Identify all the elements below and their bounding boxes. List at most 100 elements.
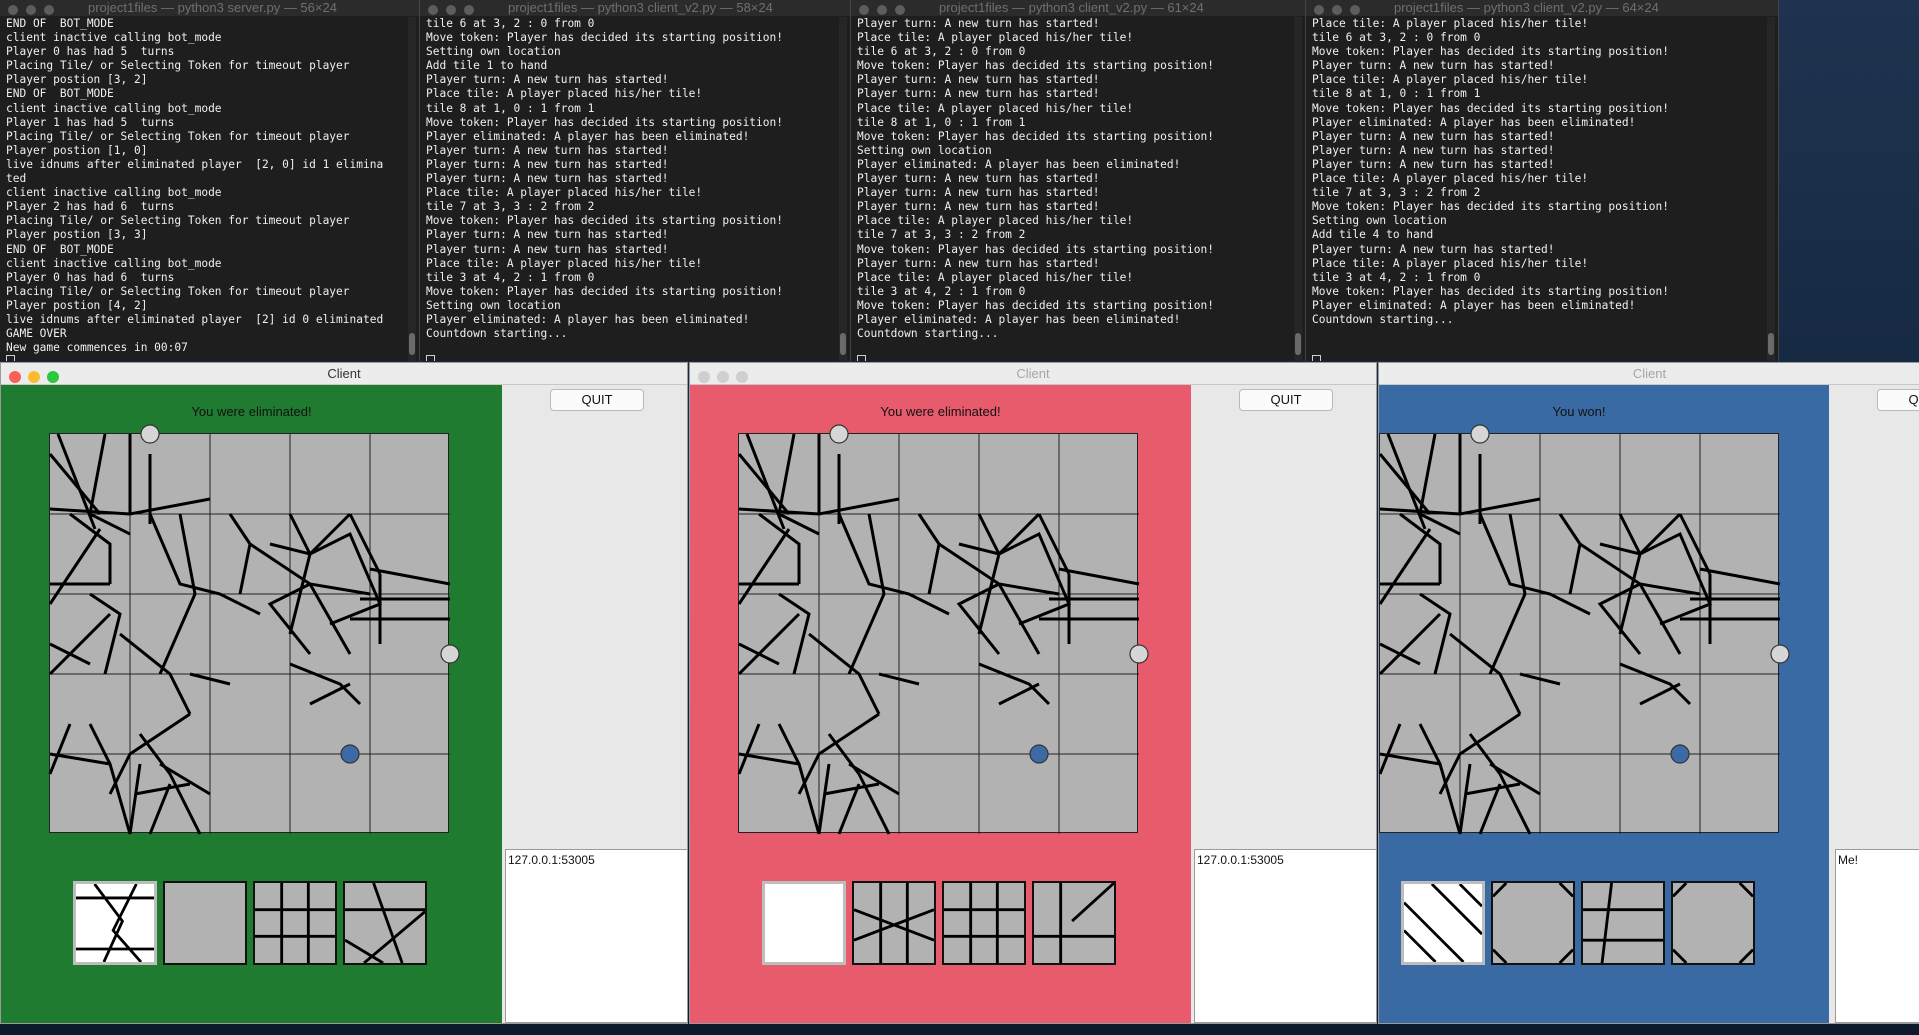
- quit-button[interactable]: QUIT: [1877, 389, 1919, 411]
- terminal-line: Player turn: A new turn has started!: [1312, 129, 1555, 143]
- window-controls-icon[interactable]: [428, 3, 482, 16]
- hand-tile-1[interactable]: [1401, 881, 1485, 965]
- terminal-line: Player turn: A new turn has started!: [1312, 143, 1555, 157]
- terminal-output: tile 6 at 3, 2 : 0 from 0 Move token: Pla…: [426, 17, 836, 361]
- gray-token-icon: [1770, 644, 1790, 664]
- terminal-line: Player turn: A new turn has started!: [857, 172, 1100, 186]
- terminal-line: Move token: Player has decided its start…: [857, 129, 1214, 143]
- terminal-line: Place tile: A player placed his/her tile…: [426, 87, 703, 101]
- tile-path: [1599, 512, 1682, 556]
- connection-log: 127.0.0.1:53005: [1194, 849, 1376, 1023]
- hand-tile-4[interactable]: [1032, 881, 1116, 965]
- terminal-line: Place tile: A player placed his/her tile…: [1312, 172, 1589, 186]
- window-controls-icon[interactable]: [8, 3, 62, 16]
- tile-path: [738, 752, 821, 835]
- terminal-scrollbar[interactable]: [1767, 17, 1775, 361]
- tile-path: [777, 433, 820, 536]
- blue-token-icon: [340, 744, 360, 764]
- terminal-titlebar[interactable]: project1files — python3 client_v2.py — 6…: [1306, 0, 1778, 16]
- tile-graphic: [1673, 883, 1753, 963]
- hand-tile-2[interactable]: [852, 881, 936, 965]
- terminal-line: client inactive calling bot_mode: [6, 31, 222, 45]
- tile-graphic: [765, 884, 843, 962]
- game-board[interactable]: [48, 424, 460, 835]
- tile-graphic: [944, 883, 1024, 963]
- tile-path: [1699, 567, 1781, 586]
- client-titlebar[interactable]: Client: [1, 363, 687, 385]
- client-titlebar[interactable]: Client: [690, 363, 1376, 385]
- terminal-line: Place tile: A player placed his/her tile…: [857, 101, 1134, 115]
- game-panel: You were eliminated!: [690, 385, 1191, 1023]
- tile-path: [1418, 723, 1442, 765]
- blue-token-icon: [1029, 744, 1049, 764]
- terminal-titlebar[interactable]: project1files — python3 client_v2.py — 6…: [851, 0, 1305, 16]
- terminal-window-server[interactable]: project1files — python3 server.py — 56×2…: [0, 0, 420, 361]
- client-window-blue[interactable]: Client You won! QUIT Me!: [1378, 362, 1919, 1024]
- client-window-green[interactable]: Client You were eliminated! QUIT 127.0.0…: [0, 362, 688, 1024]
- tile-graphic: [345, 883, 425, 963]
- terminal-scrollbar[interactable]: [1294, 17, 1302, 361]
- terminal-line: tile 3 at 4, 2 : 1 from 0: [1312, 270, 1481, 284]
- hand-tile-2[interactable]: [163, 881, 247, 965]
- tile-path: [917, 513, 941, 595]
- gray-token-icon: [1470, 424, 1490, 444]
- hand-tile-1[interactable]: [73, 881, 157, 965]
- tile-graphic: [255, 883, 335, 963]
- hand-tile-1[interactable]: [762, 881, 846, 965]
- terminal-line: Place tile: A player placed his/her tile…: [857, 214, 1134, 228]
- terminal-line: tile 7 at 3, 3 : 2 from 2: [857, 228, 1026, 242]
- terminal-line: live idnums after eliminated player [2] …: [6, 312, 384, 326]
- terminal-line: Countdown starting...: [857, 327, 999, 341]
- quit-button[interactable]: QUIT: [1239, 389, 1333, 411]
- game-board[interactable]: [1379, 424, 1790, 835]
- terminal-cursor: [426, 355, 435, 361]
- terminal-cursor: [857, 355, 866, 361]
- terminal-output: END OF BOT_MODE client inactive calling b…: [6, 17, 405, 361]
- terminal-line: tile 3 at 4, 2 : 1 from 0: [857, 284, 1026, 298]
- client-titlebar[interactable]: Client: [1379, 363, 1919, 385]
- terminal-line: Player turn: A new turn has started!: [1312, 59, 1555, 73]
- terminal-titlebar[interactable]: project1files — python3 server.py — 56×2…: [0, 0, 419, 16]
- tile-path: [134, 782, 191, 796]
- terminal-line: Setting own location: [426, 45, 561, 59]
- terminal-window-client-1[interactable]: project1files — python3 client_v2.py — 5…: [420, 0, 851, 361]
- terminal-title: project1files — python3 client_v2.py — 6…: [1394, 0, 1659, 15]
- window-controls-icon[interactable]: [1314, 3, 1368, 16]
- hand-tile-3[interactable]: [1581, 881, 1665, 965]
- terminal-line: END OF BOT_MODE: [6, 17, 114, 30]
- terminal-titlebar[interactable]: project1files — python3 client_v2.py — 5…: [420, 0, 850, 16]
- terminal-line: Place tile: A player placed his/her tile…: [857, 270, 1134, 284]
- hand-tile-4[interactable]: [343, 881, 427, 965]
- board-grid[interactable]: [1379, 424, 1790, 835]
- window-controls-icon[interactable]: [859, 3, 913, 16]
- terminal-title: project1files — python3 client_v2.py — 5…: [508, 0, 773, 15]
- terminal-line: Move token: Player has decided its start…: [857, 298, 1214, 312]
- terminal-line: Player eliminated: A player has been eli…: [426, 129, 750, 143]
- game-board[interactable]: [737, 424, 1149, 835]
- terminal-scrollbar[interactable]: [839, 17, 847, 361]
- tile-path: [998, 682, 1040, 706]
- tile-path: [1399, 512, 1442, 584]
- quit-button[interactable]: QUIT: [550, 389, 644, 411]
- terminal-line: Move token: Player has decided its start…: [426, 284, 783, 298]
- terminal-line: tile 6 at 3, 2 : 0 from 0: [857, 45, 1026, 59]
- connection-log: 127.0.0.1:53005: [505, 849, 687, 1023]
- board-grid[interactable]: [48, 424, 460, 835]
- terminal-window-client-3[interactable]: project1files — python3 client_v2.py — 6…: [1306, 0, 1779, 361]
- hand-tile-3[interactable]: [942, 881, 1026, 965]
- client-window-red[interactable]: Client You were eliminated! QUIT 127.0.0…: [689, 362, 1377, 1024]
- terminal-line: END OF BOT_MODE: [6, 242, 114, 256]
- terminal-line: Player eliminated: A player has been eli…: [857, 312, 1181, 326]
- terminal-line: Player postion [4, 2]: [6, 298, 148, 312]
- terminal-window-client-2[interactable]: project1files — python3 client_v2.py — 6…: [851, 0, 1306, 361]
- terminal-scrollbar[interactable]: [408, 17, 416, 361]
- terminal-line: Player turn: A new turn has started!: [426, 157, 669, 171]
- hand-tile-4[interactable]: [1671, 881, 1755, 965]
- terminal-line: Player turn: A new turn has started!: [1312, 157, 1555, 171]
- tile-path: [49, 752, 132, 835]
- hand-tile-3[interactable]: [253, 881, 337, 965]
- board-grid[interactable]: [737, 424, 1149, 835]
- client-title: Client: [1016, 366, 1050, 381]
- hand-tile-2[interactable]: [1491, 881, 1575, 965]
